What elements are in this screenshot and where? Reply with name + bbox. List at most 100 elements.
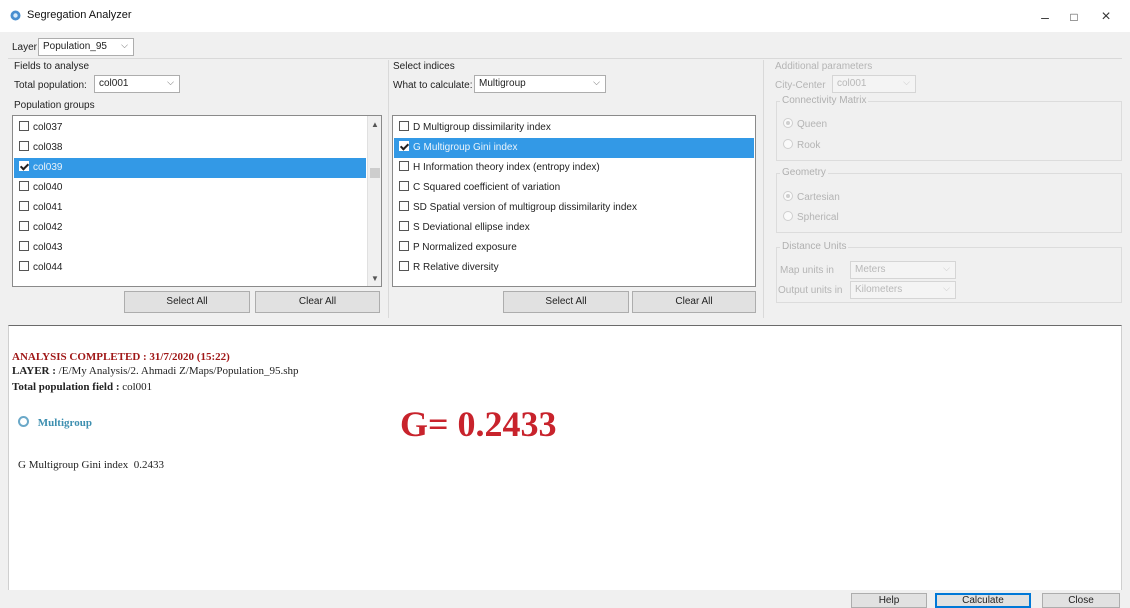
what-to-calculate-value: Multigroup — [479, 78, 526, 89]
list-item[interactable]: H Information theory index (entropy inde… — [394, 158, 754, 178]
close-button[interactable]: Close — [1042, 593, 1120, 608]
divider — [8, 58, 1122, 59]
chevron-down-icon: ⌵ — [943, 283, 950, 293]
list-item[interactable]: col037 — [14, 118, 366, 138]
window-title: Segregation Analyzer — [27, 9, 132, 21]
indices-list[interactable]: D Multigroup dissimilarity index G Multi… — [392, 115, 756, 287]
what-to-calculate-label: What to calculate: — [393, 80, 473, 91]
spherical-radio[interactable]: Spherical — [783, 211, 839, 223]
total-population-label: Total population: — [14, 80, 87, 91]
total-field-line: Total population field : col001 — [12, 381, 152, 393]
maximize-button[interactable]: □ — [1060, 6, 1088, 28]
city-center-label: City-Center — [775, 80, 826, 91]
calculate-button[interactable]: Calculate — [935, 593, 1031, 608]
list-item[interactable]: col040 — [14, 178, 366, 198]
close-window-button[interactable]: × — [1092, 6, 1120, 28]
checkbox[interactable] — [19, 161, 29, 171]
checkbox[interactable] — [19, 201, 29, 211]
radio-indicator[interactable] — [783, 118, 793, 128]
checkbox[interactable] — [399, 201, 409, 211]
checkbox[interactable] — [399, 121, 409, 131]
output-units-value: Kilometers — [855, 284, 903, 295]
chevron-down-icon: ⌵ — [167, 77, 174, 87]
checkbox[interactable] — [19, 221, 29, 231]
list-item[interactable]: col044 — [14, 258, 366, 278]
population-groups-label: Population groups — [14, 100, 95, 111]
chevron-up-icon[interactable]: ▲ — [371, 120, 379, 129]
city-center-value: col001 — [837, 78, 867, 89]
chevron-down-icon: ⌵ — [903, 77, 910, 87]
what-to-calculate-select[interactable]: Multigroup ⌵ — [474, 75, 606, 93]
checkbox[interactable] — [399, 221, 409, 231]
radio-indicator[interactable] — [783, 191, 793, 201]
radio-indicator[interactable] — [783, 211, 793, 221]
list-item[interactable]: col041 — [14, 198, 366, 218]
app-icon — [10, 10, 21, 21]
indices-select-all-button[interactable]: Select All — [503, 291, 629, 313]
checkbox[interactable] — [399, 141, 409, 151]
population-groups-list[interactable]: col037 col038 col039 col040 col041 col04… — [12, 115, 382, 287]
map-units-value: Meters — [855, 264, 886, 275]
cartesian-radio[interactable]: Cartesian — [783, 191, 840, 203]
total-population-select[interactable]: col001 ⌵ — [94, 75, 180, 93]
total-field-value: col001 — [122, 381, 153, 393]
layer-path-value: /E/My Analysis/2. Ahmadi Z/Maps/Populati… — [58, 365, 299, 377]
checkbox[interactable] — [19, 261, 29, 271]
list-item[interactable]: col042 — [14, 218, 366, 238]
scrollbar-thumb[interactable] — [370, 168, 380, 178]
map-units-select[interactable]: Meters ⌵ — [850, 261, 956, 279]
connectivity-group — [776, 101, 1122, 161]
scrollbar[interactable]: ▲ ▼ — [367, 116, 381, 286]
checkbox[interactable] — [399, 181, 409, 191]
list-item[interactable]: col043 — [14, 238, 366, 258]
chevron-down-icon: ⌵ — [593, 77, 600, 87]
layer-select-value: Population_95 — [43, 41, 107, 52]
geometry-title: Geometry — [780, 167, 828, 178]
total-population-value: col001 — [99, 78, 129, 89]
connectivity-title: Connectivity Matrix — [780, 95, 869, 106]
layer-select[interactable]: Population_95 ⌵ — [38, 38, 134, 56]
list-item[interactable]: col038 — [14, 138, 366, 158]
result-big-value: G= 0.2433 — [400, 404, 557, 444]
list-item[interactable]: G Multigroup Gini index — [394, 138, 754, 158]
fields-clear-all-button[interactable]: Clear All — [255, 291, 380, 313]
chevron-down-icon: ⌵ — [121, 40, 128, 50]
chevron-down-icon[interactable]: ▼ — [371, 274, 379, 283]
list-item[interactable]: C Squared coefficient of variation — [394, 178, 754, 198]
checkbox[interactable] — [19, 121, 29, 131]
distance-units-title: Distance Units — [780, 241, 849, 252]
list-item[interactable]: R Relative diversity — [394, 258, 754, 278]
checkbox[interactable] — [399, 261, 409, 271]
rook-radio[interactable]: Rook — [783, 139, 820, 151]
queen-radio[interactable]: Queen — [783, 118, 827, 130]
list-item[interactable]: P Normalized exposure — [394, 238, 754, 258]
indices-heading: Select indices — [393, 61, 455, 72]
params-heading: Additional parameters — [775, 61, 873, 72]
checkbox[interactable] — [399, 161, 409, 171]
list-item[interactable]: SD Spatial version of multigroup dissimi… — [394, 198, 754, 218]
help-button[interactable]: Help — [851, 593, 927, 608]
fields-select-all-button[interactable]: Select All — [124, 291, 250, 313]
section-title: Multigroup — [37, 417, 92, 429]
results-panel: ANALYSIS COMPLETED : 31/7/2020 (15:22) L… — [8, 325, 1122, 590]
indices-clear-all-button[interactable]: Clear All — [632, 291, 756, 313]
geometry-group — [776, 173, 1122, 233]
list-item[interactable]: col039 — [14, 158, 366, 178]
checkbox[interactable] — [19, 181, 29, 191]
city-center-select[interactable]: col001 ⌵ — [832, 75, 916, 93]
radio-indicator[interactable] — [783, 139, 793, 149]
divider — [763, 60, 764, 318]
checkbox[interactable] — [19, 241, 29, 251]
fields-heading: Fields to analyse — [14, 61, 90, 72]
title-bar: Segregation Analyzer – □ × — [0, 0, 1130, 32]
checkbox[interactable] — [19, 141, 29, 151]
chevron-down-icon: ⌵ — [943, 263, 950, 273]
layer-path-key: LAYER : — [12, 365, 56, 377]
layer-path-line: LAYER : /E/My Analysis/2. Ahmadi Z/Maps/… — [12, 365, 299, 377]
minimize-button[interactable]: – — [1031, 6, 1059, 28]
output-units-select[interactable]: Kilometers ⌵ — [850, 281, 956, 299]
list-item[interactable]: D Multigroup dissimilarity index — [394, 118, 754, 138]
checkbox[interactable] — [399, 241, 409, 251]
list-item[interactable]: S Deviational ellipse index — [394, 218, 754, 238]
section-gear-icon — [18, 416, 29, 427]
